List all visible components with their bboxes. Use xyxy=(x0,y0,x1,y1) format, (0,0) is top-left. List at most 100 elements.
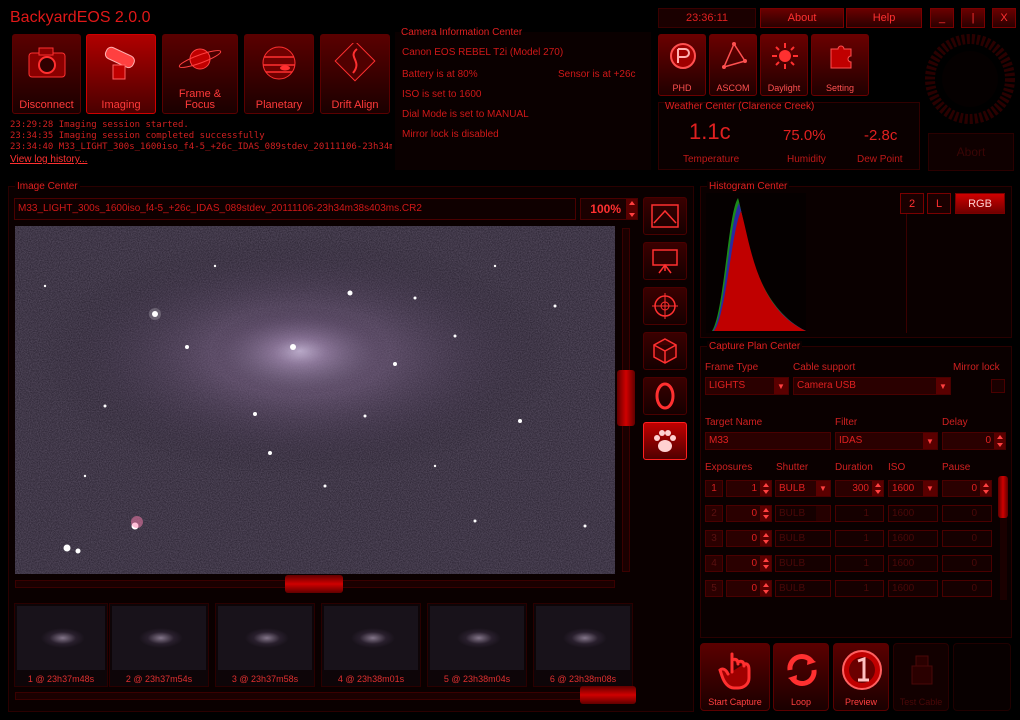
start-capture-button[interactable]: Start Capture xyxy=(700,643,770,711)
thumbnail-3[interactable]: 3 @ 23h37m58s xyxy=(215,603,315,687)
camera-icon xyxy=(13,43,80,81)
duration-spinner[interactable]: 300 xyxy=(835,480,884,497)
spinner-arrows[interactable] xyxy=(760,531,771,546)
frame-focus-button[interactable]: Frame & Focus xyxy=(162,34,238,114)
preview-label: Preview xyxy=(844,697,877,707)
duration-spinner: 1 xyxy=(835,555,884,572)
pause-spinner: 0 xyxy=(942,505,992,522)
exposure-count-spinner[interactable]: 1 xyxy=(726,480,772,497)
view-log-history-link[interactable]: View log history... xyxy=(10,153,392,166)
thumbnail-2[interactable]: 2 @ 23h37m54s xyxy=(109,603,209,687)
ring-button[interactable] xyxy=(643,377,687,415)
shutter-select[interactable]: BULB ▼ xyxy=(775,480,831,497)
thumbnail-scroll-thumb[interactable] xyxy=(580,686,636,704)
paw-icon xyxy=(654,430,676,452)
cable-select[interactable]: Camera USB ▼ xyxy=(793,377,951,395)
exposure-count-spinner[interactable]: 0 xyxy=(726,555,772,572)
histogram-rgb-button[interactable]: RGB xyxy=(955,193,1005,214)
planetary-button[interactable]: Planetary xyxy=(244,34,314,114)
setting-button[interactable]: Setting xyxy=(811,34,869,96)
chevron-down-icon: ▼ xyxy=(816,481,830,496)
shutter-value: BULB xyxy=(779,483,806,494)
thumbnail-label: 3 @ 23h37m58s xyxy=(231,674,299,684)
loop-button[interactable]: Loop xyxy=(773,643,829,711)
camera-info-panel: Camera Information Center Canon EOS REBE… xyxy=(395,27,651,170)
about-button[interactable]: About xyxy=(760,8,844,28)
thumbnail-scroll-track[interactable] xyxy=(15,692,635,700)
test-cable-label: Test Cable xyxy=(899,697,943,707)
zoom-field[interactable]: 100% xyxy=(580,198,638,220)
target-name-label: Target Name xyxy=(705,417,763,428)
thumbnail-image xyxy=(218,606,312,670)
iso-header: ISO xyxy=(888,462,906,473)
delay-spinner[interactable]: 0 xyxy=(942,432,1006,450)
paw-button[interactable] xyxy=(643,422,687,460)
thumbnail-6[interactable]: 6 @ 23h38m08s xyxy=(533,603,633,687)
thumbnail-4[interactable]: 4 @ 23h38m01s xyxy=(321,603,421,687)
puzzle-icon xyxy=(830,45,852,69)
chevron-down-icon: ▼ xyxy=(936,378,950,394)
duration-spinner: 1 xyxy=(835,505,884,522)
image-vscroll-thumb[interactable] xyxy=(617,370,635,426)
drift-align-button[interactable]: Drift Align xyxy=(320,34,390,114)
disconnect-button[interactable]: Disconnect xyxy=(12,34,81,114)
slideshow-button[interactable] xyxy=(643,242,687,280)
mirror-lock-label: Mirror lock xyxy=(953,362,1000,373)
daylight-label: Daylight xyxy=(767,83,801,93)
crosshair-button[interactable] xyxy=(643,287,687,325)
stretch-button[interactable] xyxy=(643,197,687,235)
thumbnail-1[interactable]: 1 @ 23h37m48s xyxy=(14,603,108,687)
pause-spinner[interactable]: 0 xyxy=(942,480,992,497)
exposure-count-spinner[interactable]: 0 xyxy=(726,530,772,547)
daylight-button[interactable]: Daylight xyxy=(760,34,808,96)
chevron-down-icon: ▼ xyxy=(774,378,788,394)
sensor-temp: Sensor is at +26c xyxy=(558,69,636,80)
imaging-button[interactable]: Imaging xyxy=(86,34,156,114)
duration-spinner: 1 xyxy=(835,530,884,547)
duration-header: Duration xyxy=(835,462,873,473)
thumbnail-image xyxy=(324,606,418,670)
histogram-2-button[interactable]: 2 xyxy=(900,193,924,214)
maximize-button[interactable]: | xyxy=(961,8,985,28)
spinner-arrows[interactable] xyxy=(760,506,771,521)
ascom-label: ASCOM xyxy=(716,83,750,93)
help-button[interactable]: Help xyxy=(846,8,922,28)
filter-select[interactable]: IDAS ▼ xyxy=(835,432,938,450)
mirror-lock-checkbox[interactable] xyxy=(991,379,1005,393)
minimize-button[interactable]: _ xyxy=(930,8,954,28)
loop-icon xyxy=(787,654,817,686)
pause-value: 0 xyxy=(971,483,977,494)
ascom-button[interactable]: ASCOM xyxy=(709,34,757,96)
log-line: 23:34:40 M33_LIGHT_300s_1600iso_f4-5_+26… xyxy=(10,142,392,152)
thumbnail-5[interactable]: 5 @ 23h38m04s xyxy=(427,603,527,687)
spinner-arrows[interactable] xyxy=(980,481,991,496)
spinner-arrows[interactable] xyxy=(872,481,883,496)
cable-value: Camera USB xyxy=(797,380,856,391)
spinner-arrows[interactable] xyxy=(760,581,771,596)
phd-button[interactable]: PHD xyxy=(658,34,706,96)
exposure-list-scroll-thumb[interactable] xyxy=(998,476,1008,518)
abort-button[interactable]: Abort xyxy=(928,133,1014,171)
log-line: 23:34:35 Imaging session completed succe… xyxy=(10,131,265,141)
exposure-row-number: 3 xyxy=(705,530,723,547)
filter-label: Filter xyxy=(835,417,858,428)
zoom-spinner[interactable] xyxy=(626,199,637,219)
frame-type-select[interactable]: LIGHTS ▼ xyxy=(705,377,789,395)
preview-icon xyxy=(842,650,882,690)
exposure-count-spinner[interactable]: 0 xyxy=(726,580,772,597)
iso-select[interactable]: 1600 ▼ xyxy=(888,480,938,497)
exposure-count-spinner[interactable]: 0 xyxy=(726,505,772,522)
image-hscroll-thumb[interactable] xyxy=(285,575,343,593)
close-button[interactable]: X xyxy=(992,8,1016,28)
spinner-arrows[interactable] xyxy=(760,556,771,571)
histogram-l-button[interactable]: L xyxy=(927,193,951,214)
camera-info-title: Camera Information Center xyxy=(401,27,523,38)
spinner-arrows[interactable] xyxy=(994,433,1005,449)
preview-button[interactable]: Preview xyxy=(833,643,889,711)
spinner-arrows[interactable] xyxy=(760,481,771,496)
target-name-input[interactable]: M33 xyxy=(705,432,831,450)
cube-button[interactable] xyxy=(643,332,687,370)
weather-title: Weather Center (Clarence Creek) xyxy=(665,101,815,112)
battery-status: Battery is at 80% xyxy=(402,69,478,80)
iso-value: 1600 xyxy=(892,583,915,594)
